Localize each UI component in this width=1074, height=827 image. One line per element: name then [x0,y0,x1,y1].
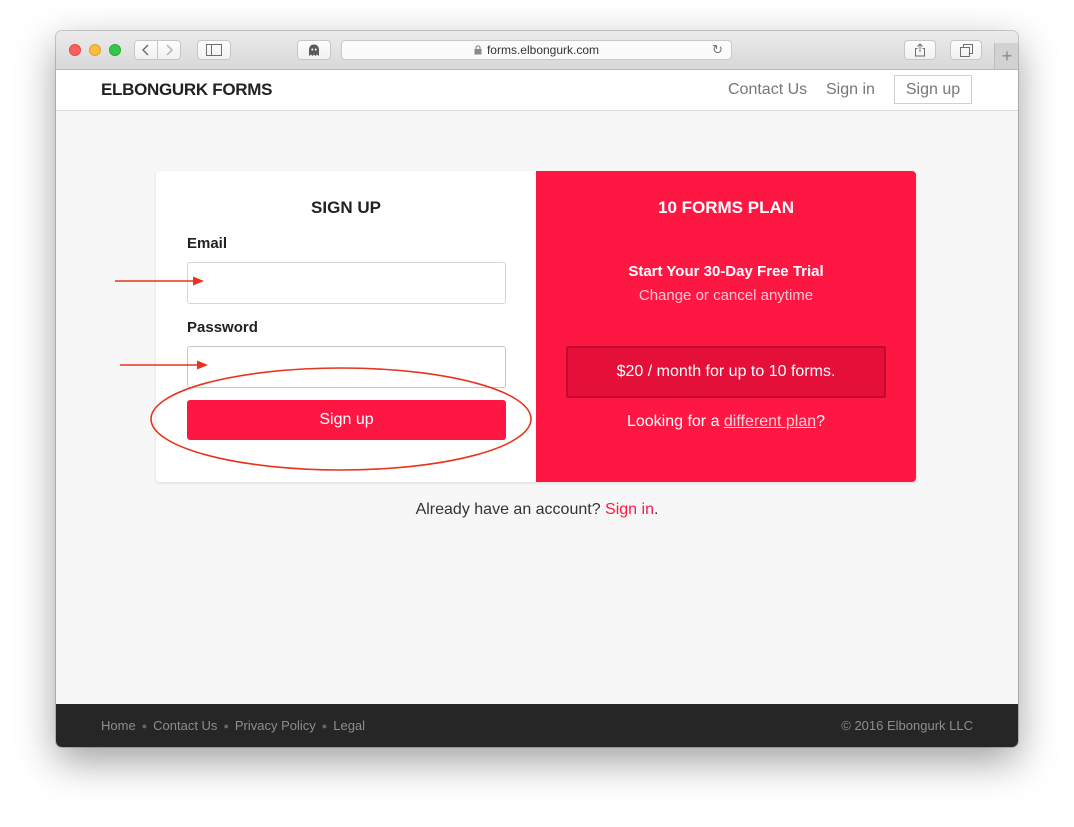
share-icon [915,43,925,57]
separator-dot-icon: ● [141,720,148,731]
footer-link-legal[interactable]: Legal [333,718,365,733]
share-button[interactable] [904,40,936,60]
footer-link-privacy[interactable]: Privacy Policy [235,718,316,733]
password-label: Password [187,319,258,336]
different-plan-prefix: Looking for a [626,413,724,430]
existing-account-suffix: . [653,501,659,518]
chevron-right-icon [166,44,173,56]
email-field[interactable] [187,262,506,304]
different-plan-suffix: ? [816,413,826,430]
plan-panel: 10 FORMS PLAN Start Your 30-Day Free Tri… [536,171,916,482]
sidebar-toggle-button[interactable] [197,40,231,60]
trial-subtext: Change or cancel anytime [638,287,814,304]
separator-dot-icon: ● [321,720,328,731]
email-label: Email [187,235,228,252]
plus-icon: + [1001,45,1013,66]
nav-contact-link[interactable]: Contact Us [728,81,807,99]
nav-signup-button[interactable]: Sign up [894,75,972,104]
maximize-window-button[interactable] [109,44,121,56]
plan-title: 10 FORMS PLAN [657,198,795,217]
tabs-icon [959,43,973,57]
new-tab-button[interactable]: + [994,43,1018,69]
existing-account-prefix: Already have an account? [415,501,606,518]
password-field[interactable] [187,346,506,388]
reload-icon[interactable]: ↻ [712,42,723,58]
signin-link[interactable]: Sign in [605,501,654,518]
separator-dot-icon: ● [223,720,229,731]
site-header: ELBONGURK FORMS Contact Us Sign in Sign … [56,70,1018,111]
site-logo[interactable]: ELBONGURK FORMS [101,80,272,100]
browser-titlebar: forms.elbongurk.com ↻ + [56,31,1018,70]
ghost-icon [309,44,319,56]
tab-overview-button[interactable] [950,40,982,60]
ghostery-extension-button[interactable] [297,40,331,60]
back-button[interactable] [134,40,158,60]
form-title: SIGN UP [311,198,381,217]
signup-form: SIGN UP Email Password Sign up [156,171,536,482]
different-plan-link[interactable]: different plan [724,413,816,430]
different-plan-text: Looking for a different plan? [536,413,916,431]
nav-signin-link[interactable]: Sign in [826,81,875,99]
minimize-window-button[interactable] [89,44,101,56]
signup-card: SIGN UP Email Password Sign up 10 FORMS … [156,171,916,482]
copyright: © 2016 Elbongurk LLC [841,718,973,733]
footer-link-home[interactable]: Home [101,718,136,733]
url-text: forms.elbongurk.com [486,43,600,57]
lock-icon [474,45,482,55]
signup-submit-button[interactable]: Sign up [187,400,506,440]
plan-price-box: $20 / month for up to 10 forms. [566,346,886,398]
chevron-left-icon [142,44,149,56]
footer-link-contact[interactable]: Contact Us [153,718,217,733]
existing-account-text: Already have an account? Sign in. [56,501,1018,519]
browser-window: forms.elbongurk.com ↻ + ELBONGURK FORMS … [56,31,1018,747]
trial-heading: Start Your 30-Day Free Trial [628,263,824,280]
footer-links: Home ● Contact Us ● Privacy Policy ● Leg… [101,718,365,733]
site-footer: Home ● Contact Us ● Privacy Policy ● Leg… [56,704,1018,747]
close-window-button[interactable] [69,44,81,56]
forward-button[interactable] [157,40,181,60]
sidebar-icon [206,44,222,56]
address-bar[interactable]: forms.elbongurk.com ↻ [341,40,732,60]
